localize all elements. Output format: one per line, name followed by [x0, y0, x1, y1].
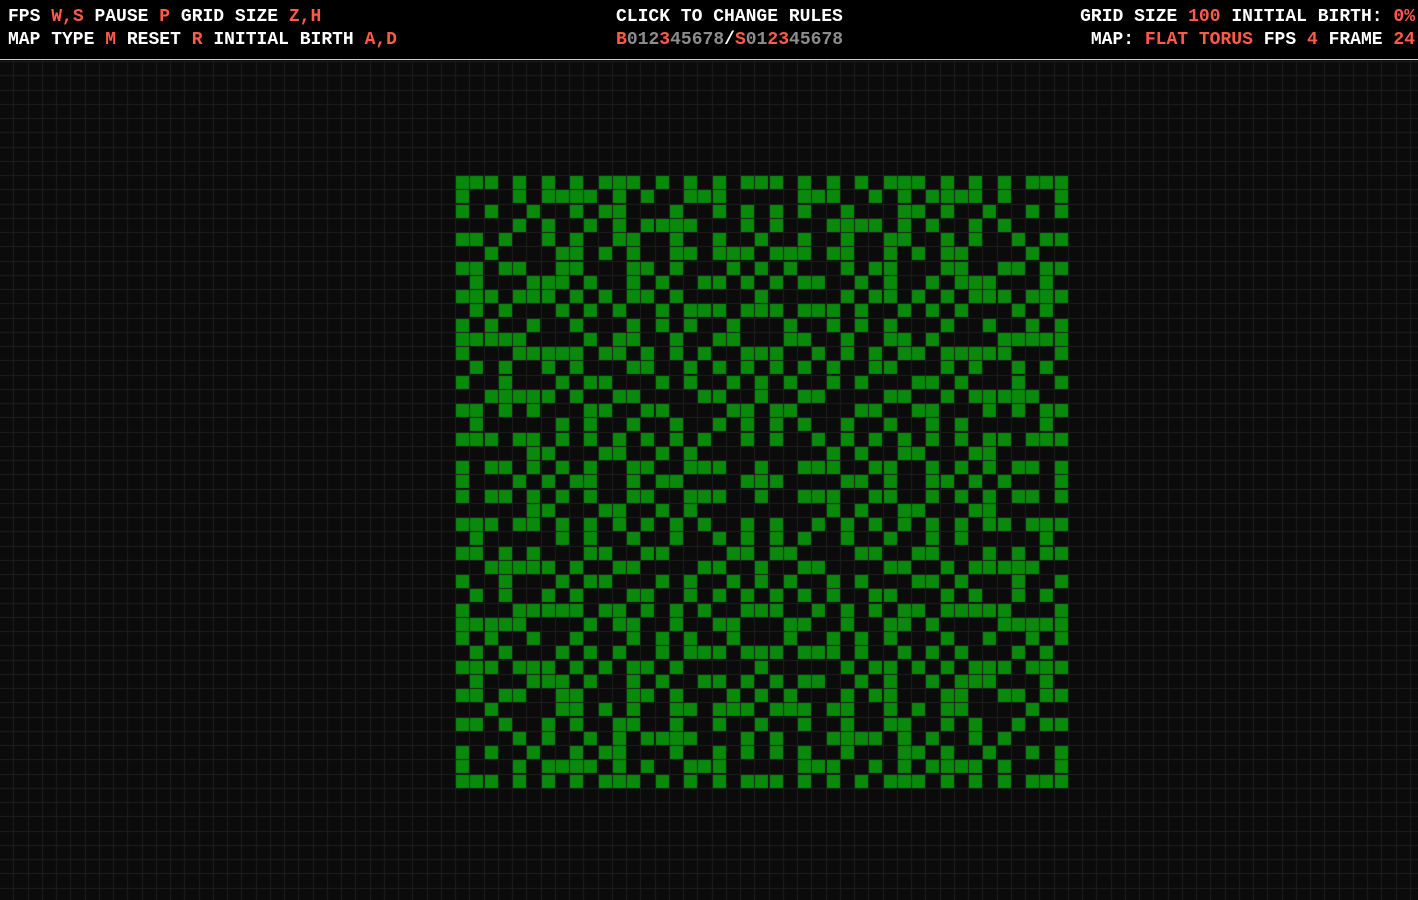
- survive-rule-digit-8[interactable]: 8: [832, 30, 843, 50]
- map-type-key[interactable]: M: [105, 30, 116, 50]
- survive-rule-digit-0[interactable]: 0: [746, 30, 757, 50]
- status-grid-size-label: GRID SIZE: [1080, 7, 1178, 27]
- survive-prefix: S: [734, 30, 746, 50]
- status-line-1: GRID SIZE 100 INITIAL BIRTH: 0%: [1080, 7, 1415, 27]
- birth-rule-digit-2[interactable]: 2: [648, 30, 659, 50]
- survive-rule-digit-1[interactable]: 1: [757, 30, 768, 50]
- birth-prefix: B: [616, 30, 627, 50]
- birth-rule-digit-6[interactable]: 6: [692, 30, 703, 50]
- rules-title: CLICK TO CHANGE RULES: [616, 7, 843, 27]
- status-map-label: MAP:: [1090, 30, 1135, 50]
- survive-digits: 012345678: [746, 30, 843, 50]
- birth-rule-digit-3[interactable]: 3: [659, 30, 670, 50]
- status-map-value: FLAT TORUS: [1144, 30, 1253, 50]
- controls-line-1: FPS W,S PAUSE P GRID SIZE Z,H: [8, 7, 321, 27]
- reset-key[interactable]: R: [192, 30, 203, 50]
- survive-rule-digit-4[interactable]: 4: [789, 30, 800, 50]
- fps-label: FPS: [8, 7, 41, 27]
- birth-rule-digit-4[interactable]: 4: [670, 30, 681, 50]
- status-line-2: MAP: FLAT TORUS FPS 4 FRAME 24: [1091, 30, 1415, 50]
- initial-birth-label: INITIAL BIRTH: [213, 30, 354, 50]
- survive-rule-digit-7[interactable]: 7: [821, 30, 832, 50]
- pause-key[interactable]: P: [159, 7, 170, 27]
- birth-rule-digit-5[interactable]: 5: [681, 30, 692, 50]
- status-frame-label: FRAME: [1328, 30, 1383, 50]
- survive-rule-digit-3[interactable]: 3: [778, 30, 789, 50]
- rule-separator: /: [724, 30, 735, 50]
- grid-area[interactable]: [0, 61, 1418, 900]
- reset-label: RESET: [126, 30, 181, 50]
- status-frame-value: 24: [1393, 30, 1415, 50]
- birth-rule-digit-1[interactable]: 1: [638, 30, 649, 50]
- status-fps-value: 4: [1306, 30, 1318, 50]
- birth-rule-digit-0[interactable]: 0: [627, 30, 638, 50]
- controls-line-2: MAP TYPE M RESET R INITIAL BIRTH A,D: [8, 30, 397, 50]
- status-initial-birth-label: INITIAL BIRTH:: [1231, 7, 1383, 27]
- survive-rule-digit-2[interactable]: 2: [767, 30, 778, 50]
- survive-rule-digit-5[interactable]: 5: [800, 30, 811, 50]
- life-grid-canvas[interactable]: [0, 61, 1418, 900]
- rules-editor: B012345678/S012345678: [616, 30, 843, 50]
- grid-size-keys[interactable]: Z,H: [289, 7, 321, 27]
- status-grid-size-value: 100: [1188, 7, 1221, 27]
- birth-rule-digit-7[interactable]: 7: [703, 30, 714, 50]
- hud-bar: FPS W,S PAUSE P GRID SIZE Z,H MAP TYPE M…: [0, 0, 1418, 60]
- status-fps-label: FPS: [1263, 30, 1297, 50]
- birth-rule-digit-8[interactable]: 8: [713, 30, 724, 50]
- fps-keys[interactable]: W,S: [51, 7, 83, 27]
- pause-label: PAUSE: [94, 7, 149, 27]
- grid-size-label: GRID SIZE: [180, 7, 279, 27]
- survive-rule-digit-6[interactable]: 6: [811, 30, 822, 50]
- status-initial-birth-value: 0%: [1393, 7, 1415, 27]
- map-type-label: MAP TYPE: [8, 30, 95, 50]
- birth-digits: 012345678: [627, 30, 724, 50]
- initial-birth-keys[interactable]: A,D: [365, 30, 397, 50]
